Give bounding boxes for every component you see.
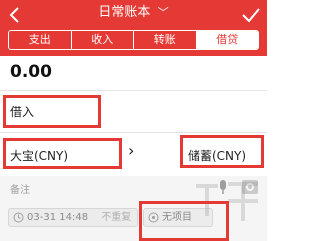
check-icon[interactable] xyxy=(241,6,261,24)
note-placeholder: 备注 xyxy=(10,185,30,196)
repeat-label: 不重复 xyxy=(101,212,132,223)
tab-expense[interactable]: 支出 xyxy=(9,31,72,49)
page-title: 日常账本 xyxy=(98,5,151,20)
clock-icon xyxy=(13,212,24,223)
divider xyxy=(0,132,267,133)
tab-income[interactable]: 收入 xyxy=(72,31,134,49)
from-account-selector[interactable]: 大宝(CNY) xyxy=(10,147,68,164)
tab-loan[interactable]: 借贷 xyxy=(196,31,258,49)
project-chip[interactable]: 无项目 xyxy=(143,208,213,227)
amount-input[interactable]: 0.00 xyxy=(10,62,52,82)
loan-type-selector[interactable]: 借入 xyxy=(10,103,34,120)
tag-icon xyxy=(148,212,159,223)
microphone-icon[interactable] xyxy=(218,179,228,195)
chevron-right-icon: › xyxy=(128,141,135,160)
date-time-label: 03-31 14:48 xyxy=(27,212,89,223)
app-header: 日常账本 ﹀ 支出 收入 转账 借贷 xyxy=(0,0,267,56)
chevron-down-icon: ﹀ xyxy=(157,6,169,19)
divider xyxy=(0,90,267,91)
record-type-tabs: 支出 收入 转账 借贷 xyxy=(8,30,259,50)
project-label: 无项目 xyxy=(162,212,192,223)
to-account-selector[interactable]: 储蓄(CNY) xyxy=(188,147,246,164)
note-field[interactable]: 备注 xyxy=(0,176,267,200)
ledger-selector[interactable]: 日常账本 ﹀ xyxy=(0,4,267,22)
tab-transfer[interactable]: 转账 xyxy=(134,31,197,49)
camera-icon[interactable] xyxy=(241,179,259,195)
date-time-chip[interactable]: 03-31 14:48 不重复 xyxy=(8,208,138,227)
meta-row: 03-31 14:48 不重复 无项目 xyxy=(0,200,267,241)
